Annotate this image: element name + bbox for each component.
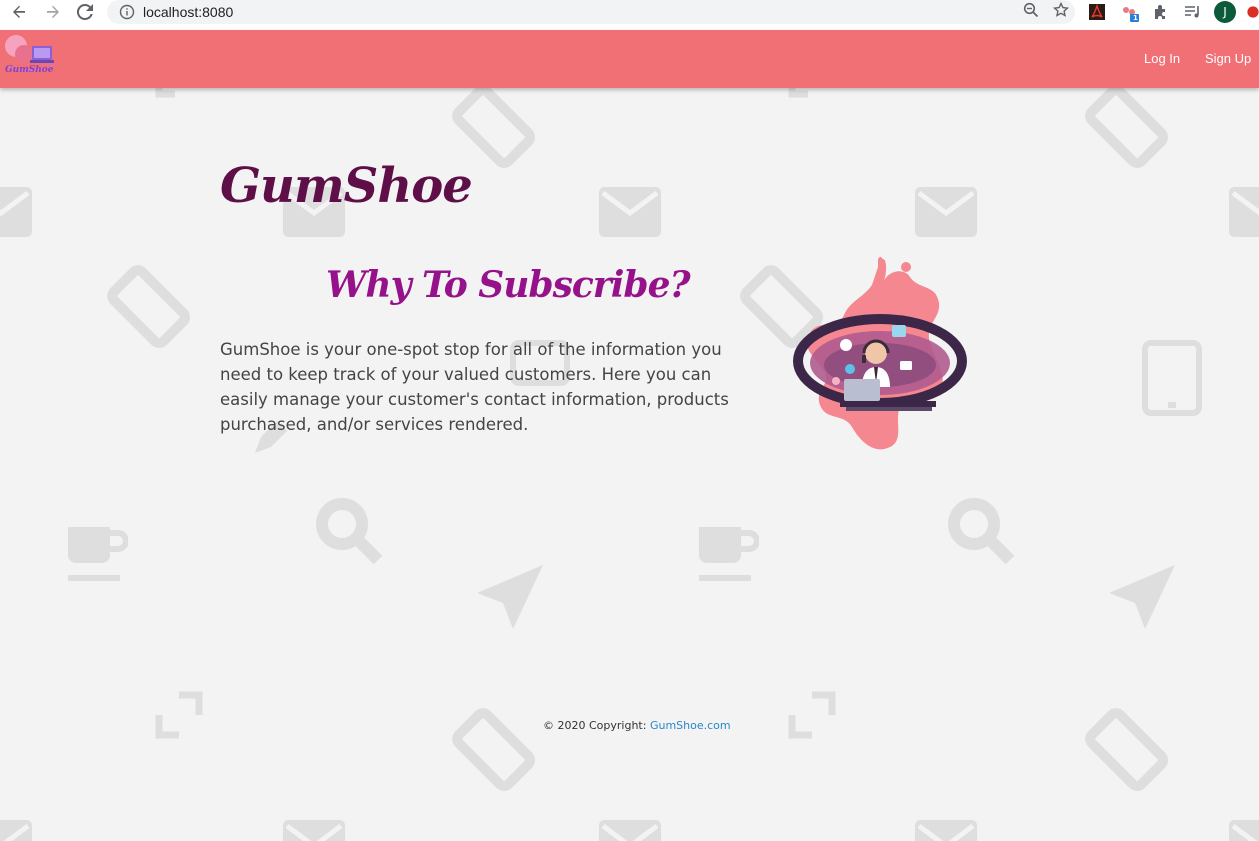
mail-pattern-icon (599, 820, 661, 841)
signup-link[interactable]: Sign Up (1205, 51, 1251, 66)
brand-title: GumShoe (220, 158, 473, 214)
address-bar[interactable]: localhost:8080 (107, 0, 1075, 24)
mail-pattern-icon (599, 187, 661, 237)
gumshoe-logo[interactable]: GumShoe (2, 32, 60, 80)
customer-support-illustration (788, 255, 970, 460)
browser-toolbar: localhost:8080 1 J (0, 0, 1259, 30)
mail-pattern-icon (283, 820, 345, 841)
profile-avatar[interactable]: J (1214, 1, 1236, 23)
tablet-pattern-icon (1142, 340, 1202, 416)
mail-pattern-icon (1229, 187, 1259, 237)
search-pattern-icon (948, 498, 1015, 565)
reading-list-icon[interactable] (1183, 2, 1203, 22)
extension-badge-icon[interactable]: 1 (1120, 2, 1140, 22)
cup-pattern-icon (699, 527, 759, 581)
footer: © 2020 Copyright: GumShoe.com (543, 719, 731, 732)
search-pattern-icon (316, 498, 383, 565)
expand-pattern-icon (155, 88, 175, 98)
update-icon[interactable] (1246, 2, 1259, 22)
paper-plane-pattern-icon (1109, 565, 1175, 629)
mail-pattern-icon (0, 187, 32, 237)
mail-pattern-icon (0, 820, 32, 841)
bookmark-star-icon[interactable] (1053, 2, 1069, 18)
subscribe-heading: Why To Subscribe? (326, 264, 691, 306)
expand-pattern-icon (788, 691, 836, 739)
reload-icon[interactable] (70, 0, 100, 24)
phone-pattern-icon (452, 708, 535, 791)
copyright-text: © 2020 Copyright: (543, 719, 650, 732)
mail-pattern-icon (1229, 820, 1259, 841)
zoom-icon[interactable] (1023, 2, 1039, 18)
login-link[interactable]: Log In (1144, 51, 1180, 66)
expand-pattern-icon (788, 88, 808, 98)
app-navbar: GumShoe Log In Sign Up (0, 30, 1259, 88)
phone-pattern-icon (1085, 708, 1168, 791)
pdf-extension-icon[interactable] (1087, 2, 1107, 22)
logo-text: GumShoe (5, 65, 54, 75)
forward-icon[interactable] (38, 0, 68, 24)
subscribe-description: GumShoe is your one-spot stop for all of… (220, 340, 729, 434)
url-text: localhost:8080 (143, 4, 234, 20)
puzzle-extensions-icon[interactable] (1151, 2, 1171, 22)
phone-pattern-icon (107, 265, 190, 348)
phone-pattern-icon (1085, 88, 1168, 168)
paper-plane-pattern-icon (477, 565, 543, 629)
extension-badge-count: 1 (1133, 14, 1138, 22)
gumshoe-home-link[interactable]: GumShoe.com (650, 719, 731, 732)
mail-pattern-icon (915, 187, 977, 237)
mail-pattern-icon (915, 820, 977, 841)
cup-pattern-icon (68, 527, 128, 581)
back-icon[interactable] (4, 0, 34, 24)
expand-pattern-icon (155, 691, 203, 739)
info-icon[interactable] (119, 4, 135, 20)
